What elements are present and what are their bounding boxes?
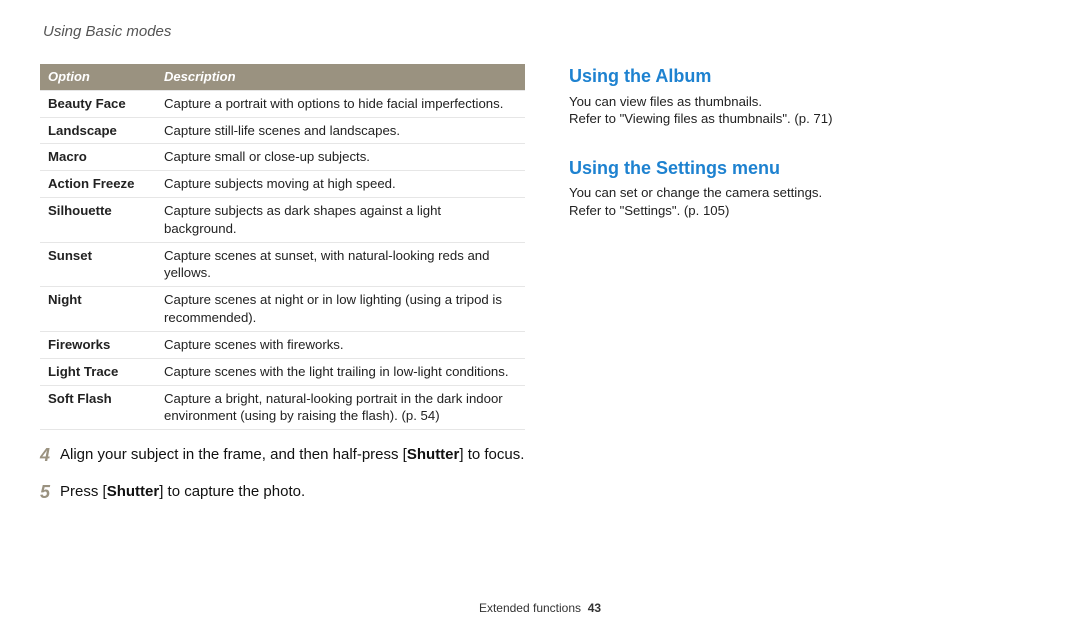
step-text: Align your subject in the frame, and the…	[60, 445, 525, 467]
table-row: Soft FlashCapture a bright, natural-look…	[40, 385, 525, 430]
option-desc: Capture scenes at night or in low lighti…	[156, 287, 525, 332]
table-row: NightCapture scenes at night or in low l…	[40, 287, 525, 332]
table-row: LandscapeCapture still-life scenes and l…	[40, 117, 525, 144]
right-column: Using the Album You can view files as th…	[569, 64, 1029, 503]
table-row: SunsetCapture scenes at sunset, with nat…	[40, 242, 525, 287]
step-text: Press [Shutter] to capture the photo.	[60, 482, 525, 504]
table-row: Action FreezeCapture subjects moving at …	[40, 171, 525, 198]
content-columns: Option Description Beauty FaceCapture a …	[40, 64, 1040, 503]
section-body-album: You can view files as thumbnails. Refer …	[569, 93, 1029, 129]
document-page: Using Basic modes Option Description Bea…	[0, 0, 1080, 630]
breadcrumb: Using Basic modes	[43, 22, 1040, 42]
option-name: Landscape	[40, 117, 156, 144]
option-desc: Capture a portrait with options to hide …	[156, 90, 525, 117]
option-desc: Capture subjects as dark shapes against …	[156, 198, 525, 243]
option-desc: Capture small or close-up subjects.	[156, 144, 525, 171]
section-line: You can set or change the camera setting…	[569, 184, 1029, 202]
section-body-settings: You can set or change the camera setting…	[569, 184, 1029, 220]
table-row: Light TraceCapture scenes with the light…	[40, 358, 525, 385]
table-row: SilhouetteCapture subjects as dark shape…	[40, 198, 525, 243]
table-row: FireworksCapture scenes with fireworks.	[40, 331, 525, 358]
option-name: Beauty Face	[40, 90, 156, 117]
option-desc: Capture still-life scenes and landscapes…	[156, 117, 525, 144]
section-line: Refer to "Settings". (p. 105)	[569, 202, 1029, 220]
table-row: MacroCapture small or close-up subjects.	[40, 144, 525, 171]
left-column: Option Description Beauty FaceCapture a …	[40, 64, 525, 503]
section-line: Refer to "Viewing files as thumbnails". …	[569, 110, 1029, 128]
step-5: 5 Press [Shutter] to capture the photo.	[40, 482, 525, 504]
options-header-option: Option	[40, 64, 156, 90]
option-name: Light Trace	[40, 358, 156, 385]
option-name: Macro	[40, 144, 156, 171]
option-name: Action Freeze	[40, 171, 156, 198]
step-number: 4	[40, 445, 60, 467]
option-desc: Capture subjects moving at high speed.	[156, 171, 525, 198]
option-desc: Capture scenes with fireworks.	[156, 331, 525, 358]
section-heading-settings: Using the Settings menu	[569, 156, 1029, 180]
option-name: Silhouette	[40, 198, 156, 243]
option-desc: Capture scenes at sunset, with natural-l…	[156, 242, 525, 287]
option-desc: Capture a bright, natural-looking portra…	[156, 385, 525, 430]
footer-page-number: 43	[588, 601, 601, 615]
section-heading-album: Using the Album	[569, 64, 1029, 88]
option-desc: Capture scenes with the light trailing i…	[156, 358, 525, 385]
step-number: 5	[40, 482, 60, 504]
section-line: You can view files as thumbnails.	[569, 93, 1029, 111]
footer-section: Extended functions	[479, 601, 581, 615]
option-name: Sunset	[40, 242, 156, 287]
table-row: Beauty FaceCapture a portrait with optio…	[40, 90, 525, 117]
option-name: Night	[40, 287, 156, 332]
options-header-description: Description	[156, 64, 525, 90]
options-table: Option Description Beauty FaceCapture a …	[40, 64, 525, 430]
page-footer: Extended functions 43	[0, 600, 1080, 616]
option-name: Soft Flash	[40, 385, 156, 430]
option-name: Fireworks	[40, 331, 156, 358]
step-4: 4 Align your subject in the frame, and t…	[40, 445, 525, 467]
